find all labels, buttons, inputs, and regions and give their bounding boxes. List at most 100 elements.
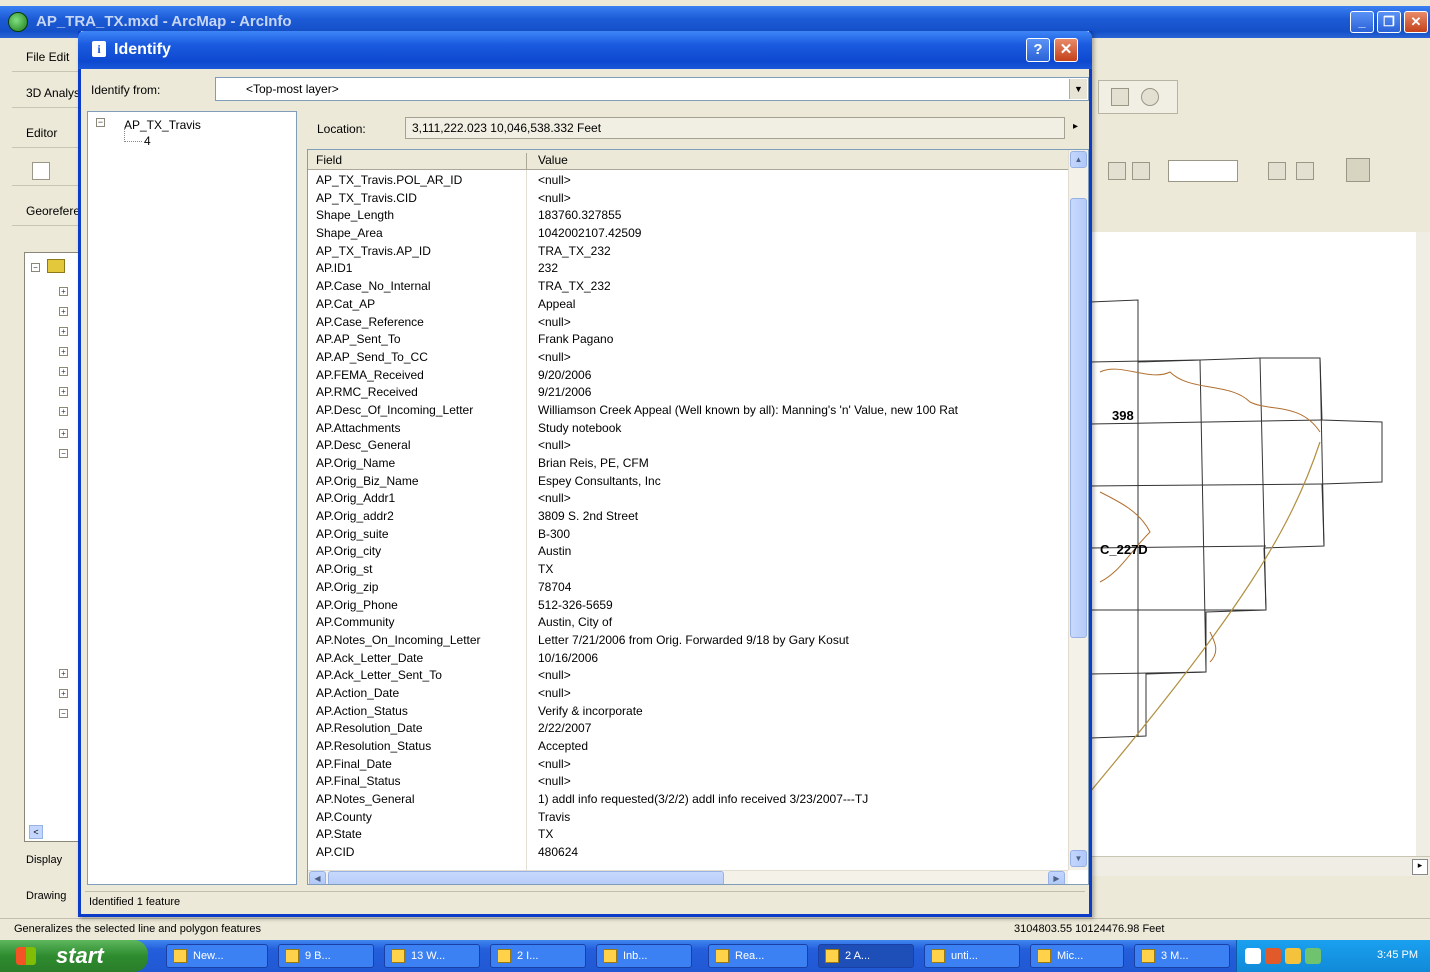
table-row[interactable]: AP_TX_Travis.AP_ID TRA_TX_232 xyxy=(308,243,1068,261)
table-row[interactable]: AP.Orig_addr2 3809 S. 2nd Street xyxy=(308,508,1068,526)
collapse-icon[interactable]: − xyxy=(59,709,68,718)
grid-horizontal-scrollbar[interactable]: ◀ ▶ xyxy=(308,870,1068,884)
expand-icon[interactable]: + xyxy=(59,307,68,316)
expand-icon[interactable]: + xyxy=(59,429,68,438)
tool-icon[interactable] xyxy=(1108,162,1126,180)
map-toolbar-group[interactable] xyxy=(1098,80,1178,114)
feature-tree[interactable]: − AP_TX_Travis 4 xyxy=(87,111,297,885)
table-row[interactable]: AP.Orig_zip 78704 xyxy=(308,579,1068,597)
scroll-up-icon[interactable]: ▲ xyxy=(1070,151,1087,168)
table-row[interactable]: AP.Orig_Biz_Name Espey Consultants, Inc xyxy=(308,473,1068,491)
scroll-right-icon[interactable]: ▶ xyxy=(1048,871,1065,884)
collapse-icon[interactable]: − xyxy=(96,118,105,127)
table-row[interactable]: AP.State TX xyxy=(308,826,1068,844)
table-row[interactable]: AP.Notes_On_Incoming_Letter Letter 7/21/2… xyxy=(308,632,1068,650)
table-row[interactable]: Shape_Length 183760.327855 xyxy=(308,207,1068,225)
arcmap-close-button[interactable]: ✕ xyxy=(1404,11,1428,33)
expand-icon[interactable]: + xyxy=(59,327,68,336)
scroll-thumb[interactable] xyxy=(328,871,724,884)
table-row[interactable]: AP.Desc_General <null> xyxy=(308,437,1068,455)
tray-icon[interactable] xyxy=(1265,948,1281,964)
new-document-icon[interactable] xyxy=(32,162,50,180)
collapse-icon[interactable]: − xyxy=(59,449,68,458)
scroll-down-icon[interactable]: ▼ xyxy=(1070,850,1087,867)
expand-icon[interactable]: + xyxy=(59,287,68,296)
table-row[interactable]: AP_TX_Travis.CID <null> xyxy=(308,190,1068,208)
column-header-value[interactable]: Value xyxy=(538,153,568,167)
table-row[interactable]: AP.FEMA_Received 9/20/2006 xyxy=(308,367,1068,385)
attribute-grid[interactable]: Field Value AP_TX_Travis.POL_AR_ID <null>… xyxy=(307,149,1089,885)
taskbar-button[interactable]: Rea... xyxy=(708,944,808,968)
grid-vertical-scrollbar[interactable]: ▲ ▼ xyxy=(1068,150,1088,870)
taskbar-button[interactable]: Mic... xyxy=(1030,944,1124,968)
menu-file[interactable]: File Edit xyxy=(26,50,69,64)
location-field[interactable]: 3,111,222.023 10,046,538.332 Feet xyxy=(405,117,1065,139)
clock[interactable]: 3:45 PM xyxy=(1377,949,1418,961)
table-row[interactable]: AP.Orig_Phone 512-326-5659 xyxy=(308,597,1068,615)
taskbar-button[interactable]: 13 W... xyxy=(384,944,480,968)
table-row[interactable]: AP.Attachments Study notebook xyxy=(308,420,1068,438)
tree-node-feature[interactable]: 4 xyxy=(144,134,151,148)
taskbar-button[interactable]: Inb... xyxy=(596,944,692,968)
table-row[interactable]: AP.Orig_suite B-300 xyxy=(308,526,1068,544)
table-row[interactable]: Shape_Area 1042002107.42509 xyxy=(308,225,1068,243)
table-row[interactable]: AP.AP_Send_To_CC <null> xyxy=(308,349,1068,367)
table-of-contents[interactable]: − + + + + + + + + − + + − < xyxy=(24,252,84,842)
scroll-left-icon[interactable]: ◀ xyxy=(309,871,326,884)
tray-icon[interactable] xyxy=(1305,948,1321,964)
table-row[interactable]: AP.Resolution_Status Accepted xyxy=(308,738,1068,756)
table-row[interactable]: AP.Orig_Name Brian Reis, PE, CFM xyxy=(308,455,1068,473)
chevron-down-icon[interactable]: ▼ xyxy=(1069,79,1087,99)
tab-drawing[interactable]: Drawing xyxy=(14,886,84,908)
table-row[interactable]: AP.Case_No_Internal TRA_TX_232 xyxy=(308,278,1068,296)
close-button[interactable]: ✕ xyxy=(1054,38,1078,62)
expand-icon[interactable]: + xyxy=(59,367,68,376)
scroll-left-icon[interactable]: < xyxy=(29,825,43,839)
map-view[interactable]: 398 C_227D xyxy=(1090,232,1430,856)
tool-icon[interactable] xyxy=(1141,88,1159,106)
map-vertical-scrollbar[interactable] xyxy=(1416,232,1430,856)
map-horizontal-scrollbar[interactable]: ▸ xyxy=(1090,856,1430,876)
tool-icon[interactable] xyxy=(1268,162,1286,180)
table-row[interactable]: AP.CID 480624 xyxy=(308,844,1068,862)
taskbar-button[interactable]: 2 A... xyxy=(818,944,914,968)
map-toolbar-group-2[interactable] xyxy=(1098,152,1388,192)
scale-dropdown[interactable] xyxy=(1168,160,1238,182)
table-row[interactable]: AP.Action_Date <null> xyxy=(308,685,1068,703)
expand-icon[interactable]: + xyxy=(59,387,68,396)
expand-icon[interactable]: + xyxy=(59,407,68,416)
identify-from-dropdown[interactable]: <Top-most layer> ▼ xyxy=(215,77,1089,101)
table-row[interactable]: AP.Final_Status <null> xyxy=(308,773,1068,791)
taskbar-button[interactable]: 2 I... xyxy=(490,944,586,968)
collapse-icon[interactable]: − xyxy=(31,263,40,272)
table-row[interactable]: AP.Resolution_Date 2/22/2007 xyxy=(308,720,1068,738)
table-row[interactable]: AP.County Travis xyxy=(308,809,1068,827)
printer-icon[interactable] xyxy=(1346,158,1370,182)
table-row[interactable]: AP.Orig_city Austin xyxy=(308,543,1068,561)
table-row[interactable]: AP.Final_Date <null> xyxy=(308,756,1068,774)
table-row[interactable]: AP.Cat_AP Appeal xyxy=(308,296,1068,314)
expand-icon[interactable]: + xyxy=(59,669,68,678)
table-row[interactable]: AP_TX_Travis.POL_AR_ID <null> xyxy=(308,172,1068,190)
table-row[interactable]: AP.Ack_Letter_Sent_To <null> xyxy=(308,667,1068,685)
tool-icon[interactable] xyxy=(1132,162,1150,180)
expand-icon[interactable]: + xyxy=(59,347,68,356)
taskbar-button[interactable]: New... xyxy=(166,944,268,968)
maximize-button[interactable]: ❐ xyxy=(1377,11,1401,33)
tab-display[interactable]: Display xyxy=(14,850,84,872)
table-row[interactable]: AP.Community Austin, City of xyxy=(308,614,1068,632)
table-row[interactable]: AP.Case_Reference <null> xyxy=(308,314,1068,332)
table-row[interactable]: AP.AP_Sent_To Frank Pagano xyxy=(308,331,1068,349)
table-row[interactable]: AP.Orig_st TX xyxy=(308,561,1068,579)
tray-icon[interactable] xyxy=(1285,948,1301,964)
table-row[interactable]: AP.Desc_Of_Incoming_Letter Williamson Cre… xyxy=(308,402,1068,420)
table-row[interactable]: AP.ID1 232 xyxy=(308,260,1068,278)
scroll-thumb[interactable] xyxy=(1070,198,1087,638)
location-menu-icon[interactable]: ▸ xyxy=(1073,121,1078,132)
taskbar-button[interactable]: 9 B... xyxy=(278,944,374,968)
table-row[interactable]: AP.Orig_Addr1 <null> xyxy=(308,490,1068,508)
column-header-field[interactable]: Field xyxy=(316,153,342,167)
identify-titlebar[interactable]: i Identify ? ✕ xyxy=(78,31,1092,69)
scroll-right-icon[interactable]: ▸ xyxy=(1412,859,1428,875)
taskbar-button[interactable]: unti... xyxy=(924,944,1020,968)
